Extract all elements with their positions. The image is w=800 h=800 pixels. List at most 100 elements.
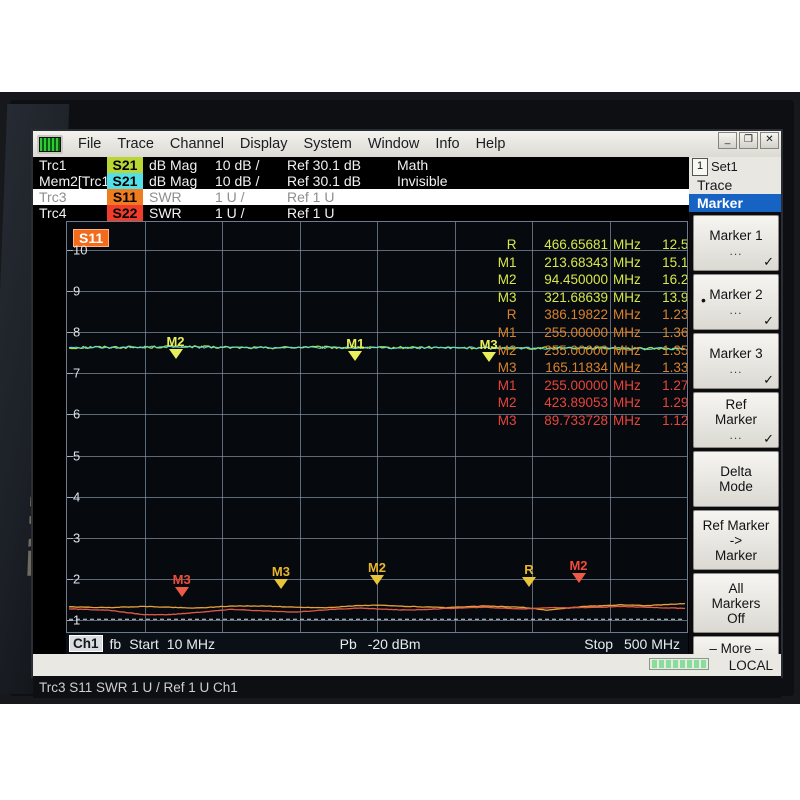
softkey-menu: 1 Set1 Trace Marker Marker 1... ✓ • Marker …: [689, 157, 781, 676]
marker-frequency: 94.450000: [544, 272, 609, 288]
start-label: Start: [129, 635, 159, 652]
softkey-ref[interactable]: Ref Marker... ✓: [693, 392, 779, 448]
power-value[interactable]: -20 dBm: [368, 636, 421, 652]
setup-row: 1 Set1: [689, 157, 781, 176]
restore-icon[interactable]: ❐: [739, 132, 758, 149]
menu-item-window[interactable]: Window: [360, 135, 428, 153]
close-icon[interactable]: ✕: [760, 132, 779, 149]
marker-frequency: 321.68639: [544, 289, 609, 305]
marker-triangle-icon: [174, 586, 189, 597]
local-indicator[interactable]: LOCAL: [729, 658, 773, 673]
menu-item-info[interactable]: Info: [427, 135, 467, 153]
softkey-label-line2: ->: [729, 532, 743, 548]
setup-label[interactable]: Set1: [711, 159, 738, 174]
status-led: [666, 660, 671, 668]
softkey-label-line1: All: [728, 580, 744, 596]
trace-diagram[interactable]: S11 10987654321 R466.65681MHz12.521dBM12…: [66, 221, 688, 633]
trace-sparam[interactable]: S21: [107, 173, 143, 189]
softkey-marker-3[interactable]: Marker 3... ✓: [693, 333, 779, 389]
softmenu-header-marker[interactable]: Marker: [689, 194, 781, 212]
setup-number: 1: [692, 157, 708, 176]
marker-value: 1.3620: [662, 324, 688, 340]
minimize-icon[interactable]: _: [718, 132, 737, 149]
softkey-label-line2: Marker: [714, 412, 757, 427]
marker-readout-row[interactable]: M3165.11834MHz1.3396U: [487, 359, 687, 377]
marker-value: 13.976: [662, 289, 688, 305]
marker-readout-row[interactable]: M389.733728MHz1.1265U: [487, 412, 687, 430]
start-value[interactable]: 10 MHz: [167, 636, 215, 652]
channel-badge[interactable]: Ch1: [69, 635, 103, 652]
marker-readout-row[interactable]: R386.19822MHz1.2351U: [487, 306, 687, 324]
marker-readout-row[interactable]: M2255.00000MHz1.3590U: [487, 342, 688, 360]
vna-photograph: ZVA 40 R&S File Trace Channel Display Sy…: [0, 0, 800, 800]
menu-item-system[interactable]: System: [295, 135, 359, 153]
menu-item-help[interactable]: Help: [468, 135, 514, 153]
marker-label: R: [506, 237, 517, 252]
marker-readout-row[interactable]: M1255.00000MHz1.2735U: [487, 377, 687, 395]
softkey-ref-marker[interactable]: Ref Marker -> Marker: [693, 510, 779, 570]
power-label: Pb: [339, 635, 357, 652]
trace-row-trc3[interactable]: Trc3 S11 SWR 1 U / Ref 1 U: [33, 189, 781, 205]
marker-triangle-icon: [571, 572, 586, 583]
trace-ref: Ref 1 U: [287, 205, 335, 221]
marker-frequency: 386.19822: [544, 307, 609, 323]
softkey-label-line1: Marker 2: [709, 286, 763, 302]
trace-scale: 1 U /: [215, 189, 245, 205]
stop-readout: Stop 500 MHz: [584, 636, 680, 652]
trace-row-trc4[interactable]: Trc4 S22 SWR 1 U / Ref 1 U: [33, 205, 781, 221]
marker-frequency-unit: MHz: [613, 360, 641, 376]
marker-frequency-unit: MHz: [613, 395, 641, 411]
trace-marker-label: M1: [346, 336, 365, 352]
trace-sparam[interactable]: S11: [107, 189, 143, 205]
trace-sparam[interactable]: S22: [107, 205, 143, 221]
marker-readout-row[interactable]: M2423.89053MHz1.2978U: [487, 394, 687, 412]
menu-item-display[interactable]: Display: [232, 135, 296, 153]
menu-item-trace[interactable]: Trace: [109, 135, 162, 153]
softkey-ellipsis: ...: [729, 361, 743, 376]
softkey-label-line1: Marker 1: [709, 227, 763, 243]
marker-readout-row[interactable]: M1255.00000MHz1.3620U: [487, 324, 688, 342]
trace-row-trc1[interactable]: Trc1 S21 dB Mag 10 dB / Ref 30.1 dB Math: [33, 157, 781, 173]
marker-frequency-unit: MHz: [613, 289, 641, 305]
marker-readout-row[interactable]: M1213.68343MHz15.161dB: [487, 254, 687, 272]
menu-item-channel[interactable]: Channel: [162, 135, 232, 153]
marker-frequency: 165.11834: [545, 360, 609, 376]
marker-frequency-unit: MHz: [613, 237, 641, 252]
marker-value: 1.3590: [662, 342, 688, 358]
trace-marker-label: M2: [569, 557, 588, 573]
marker-readout-row[interactable]: R466.65681MHz12.521dB: [487, 236, 687, 254]
trace-scale: 10 dB /: [215, 173, 260, 189]
softkey-ellipsis: ...: [729, 428, 743, 442]
softkey-marker-1[interactable]: Marker 1... ✓: [693, 215, 779, 271]
softkey-all[interactable]: All Markers Off: [693, 573, 779, 633]
trace-sparam[interactable]: S21: [107, 157, 143, 173]
softmenu-header-trace[interactable]: Trace: [689, 176, 781, 194]
marker-value: 16.206: [662, 272, 688, 288]
marker-frequency: 423.89053: [544, 395, 609, 411]
marker-frequency-unit: MHz: [613, 377, 641, 393]
trace-marker-label: R: [524, 561, 534, 577]
softkey-marker-2[interactable]: • Marker 2... ✓: [693, 274, 779, 330]
trace-ref: Ref 1 U: [287, 189, 335, 205]
softkey-label-line1: Ref Marker: [702, 517, 770, 533]
vna-screen: File Trace Channel Display System Window…: [33, 131, 781, 676]
softkey-label-line1: Ref: [725, 397, 747, 412]
trace-ref: Ref 30.1 dB: [287, 157, 361, 173]
softkey-delta[interactable]: Delta Mode: [693, 451, 779, 507]
stop-value[interactable]: 500 MHz: [624, 636, 680, 652]
trace-name: Trc4: [39, 205, 67, 221]
instrument-icon: [37, 134, 63, 154]
menu-item-file[interactable]: File: [70, 135, 109, 153]
trace-row-mem2[interactable]: Mem2[Trc1] S21 dB Mag 10 dB / Ref 30.1 d…: [33, 173, 781, 189]
marker-label: M3: [497, 289, 517, 305]
marker-readout-row[interactable]: M294.450000MHz16.206dB: [487, 271, 688, 289]
status-led: [673, 660, 678, 668]
marker-label: M2: [497, 395, 517, 411]
marker-triangle-icon: [273, 578, 288, 589]
softkey-label-line3: Marker: [714, 547, 757, 563]
marker-triangle-icon: [481, 352, 496, 363]
softkey-ellipsis: ...: [729, 243, 743, 258]
softkey-label-line2: Mode: [719, 479, 753, 494]
marker-readout-row[interactable]: M3321.68639MHz13.976dB: [487, 289, 688, 307]
trace-name: Trc3: [39, 189, 67, 205]
